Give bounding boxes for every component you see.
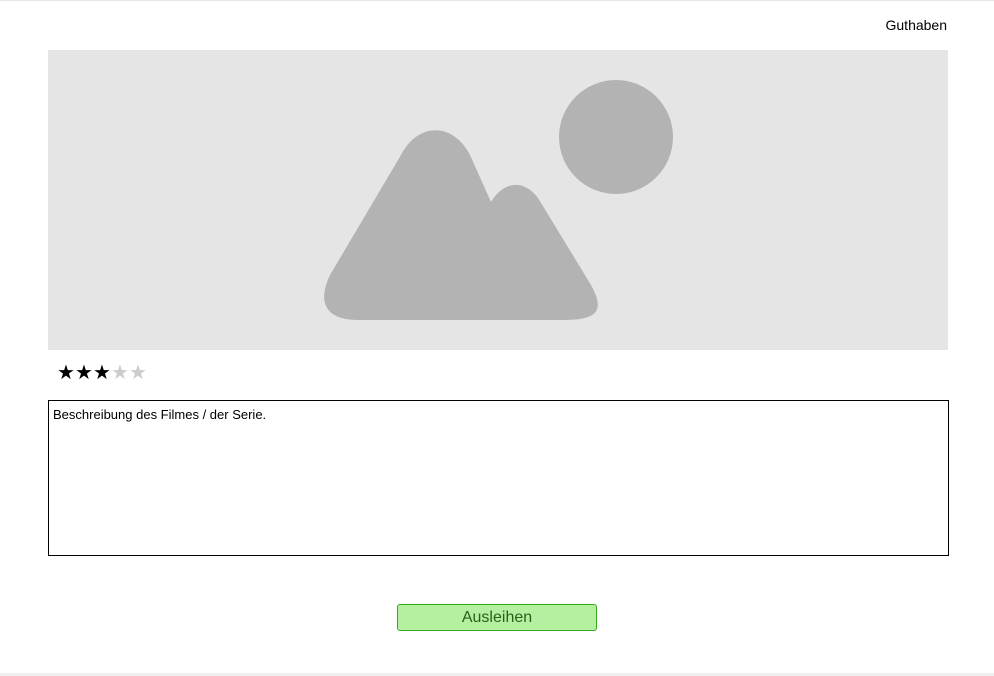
image-placeholder-icon (324, 80, 673, 320)
star-empty-icon[interactable]: ★ (129, 361, 147, 383)
media-image (48, 50, 948, 350)
rent-button[interactable]: Ausleihen (397, 604, 597, 631)
top-divider (0, 0, 994, 1)
star-filled-icon[interactable]: ★ (93, 361, 111, 383)
description-text: Beschreibung des Filmes / der Serie. (53, 407, 267, 422)
star-filled-icon[interactable]: ★ (57, 361, 75, 383)
credit-link[interactable]: Guthaben (886, 17, 948, 33)
star-rating[interactable]: ★ ★ ★ ★ ★ (57, 361, 147, 383)
star-filled-icon[interactable]: ★ (75, 361, 93, 383)
description-box[interactable]: Beschreibung des Filmes / der Serie. (48, 400, 949, 556)
star-empty-icon[interactable]: ★ (111, 361, 129, 383)
